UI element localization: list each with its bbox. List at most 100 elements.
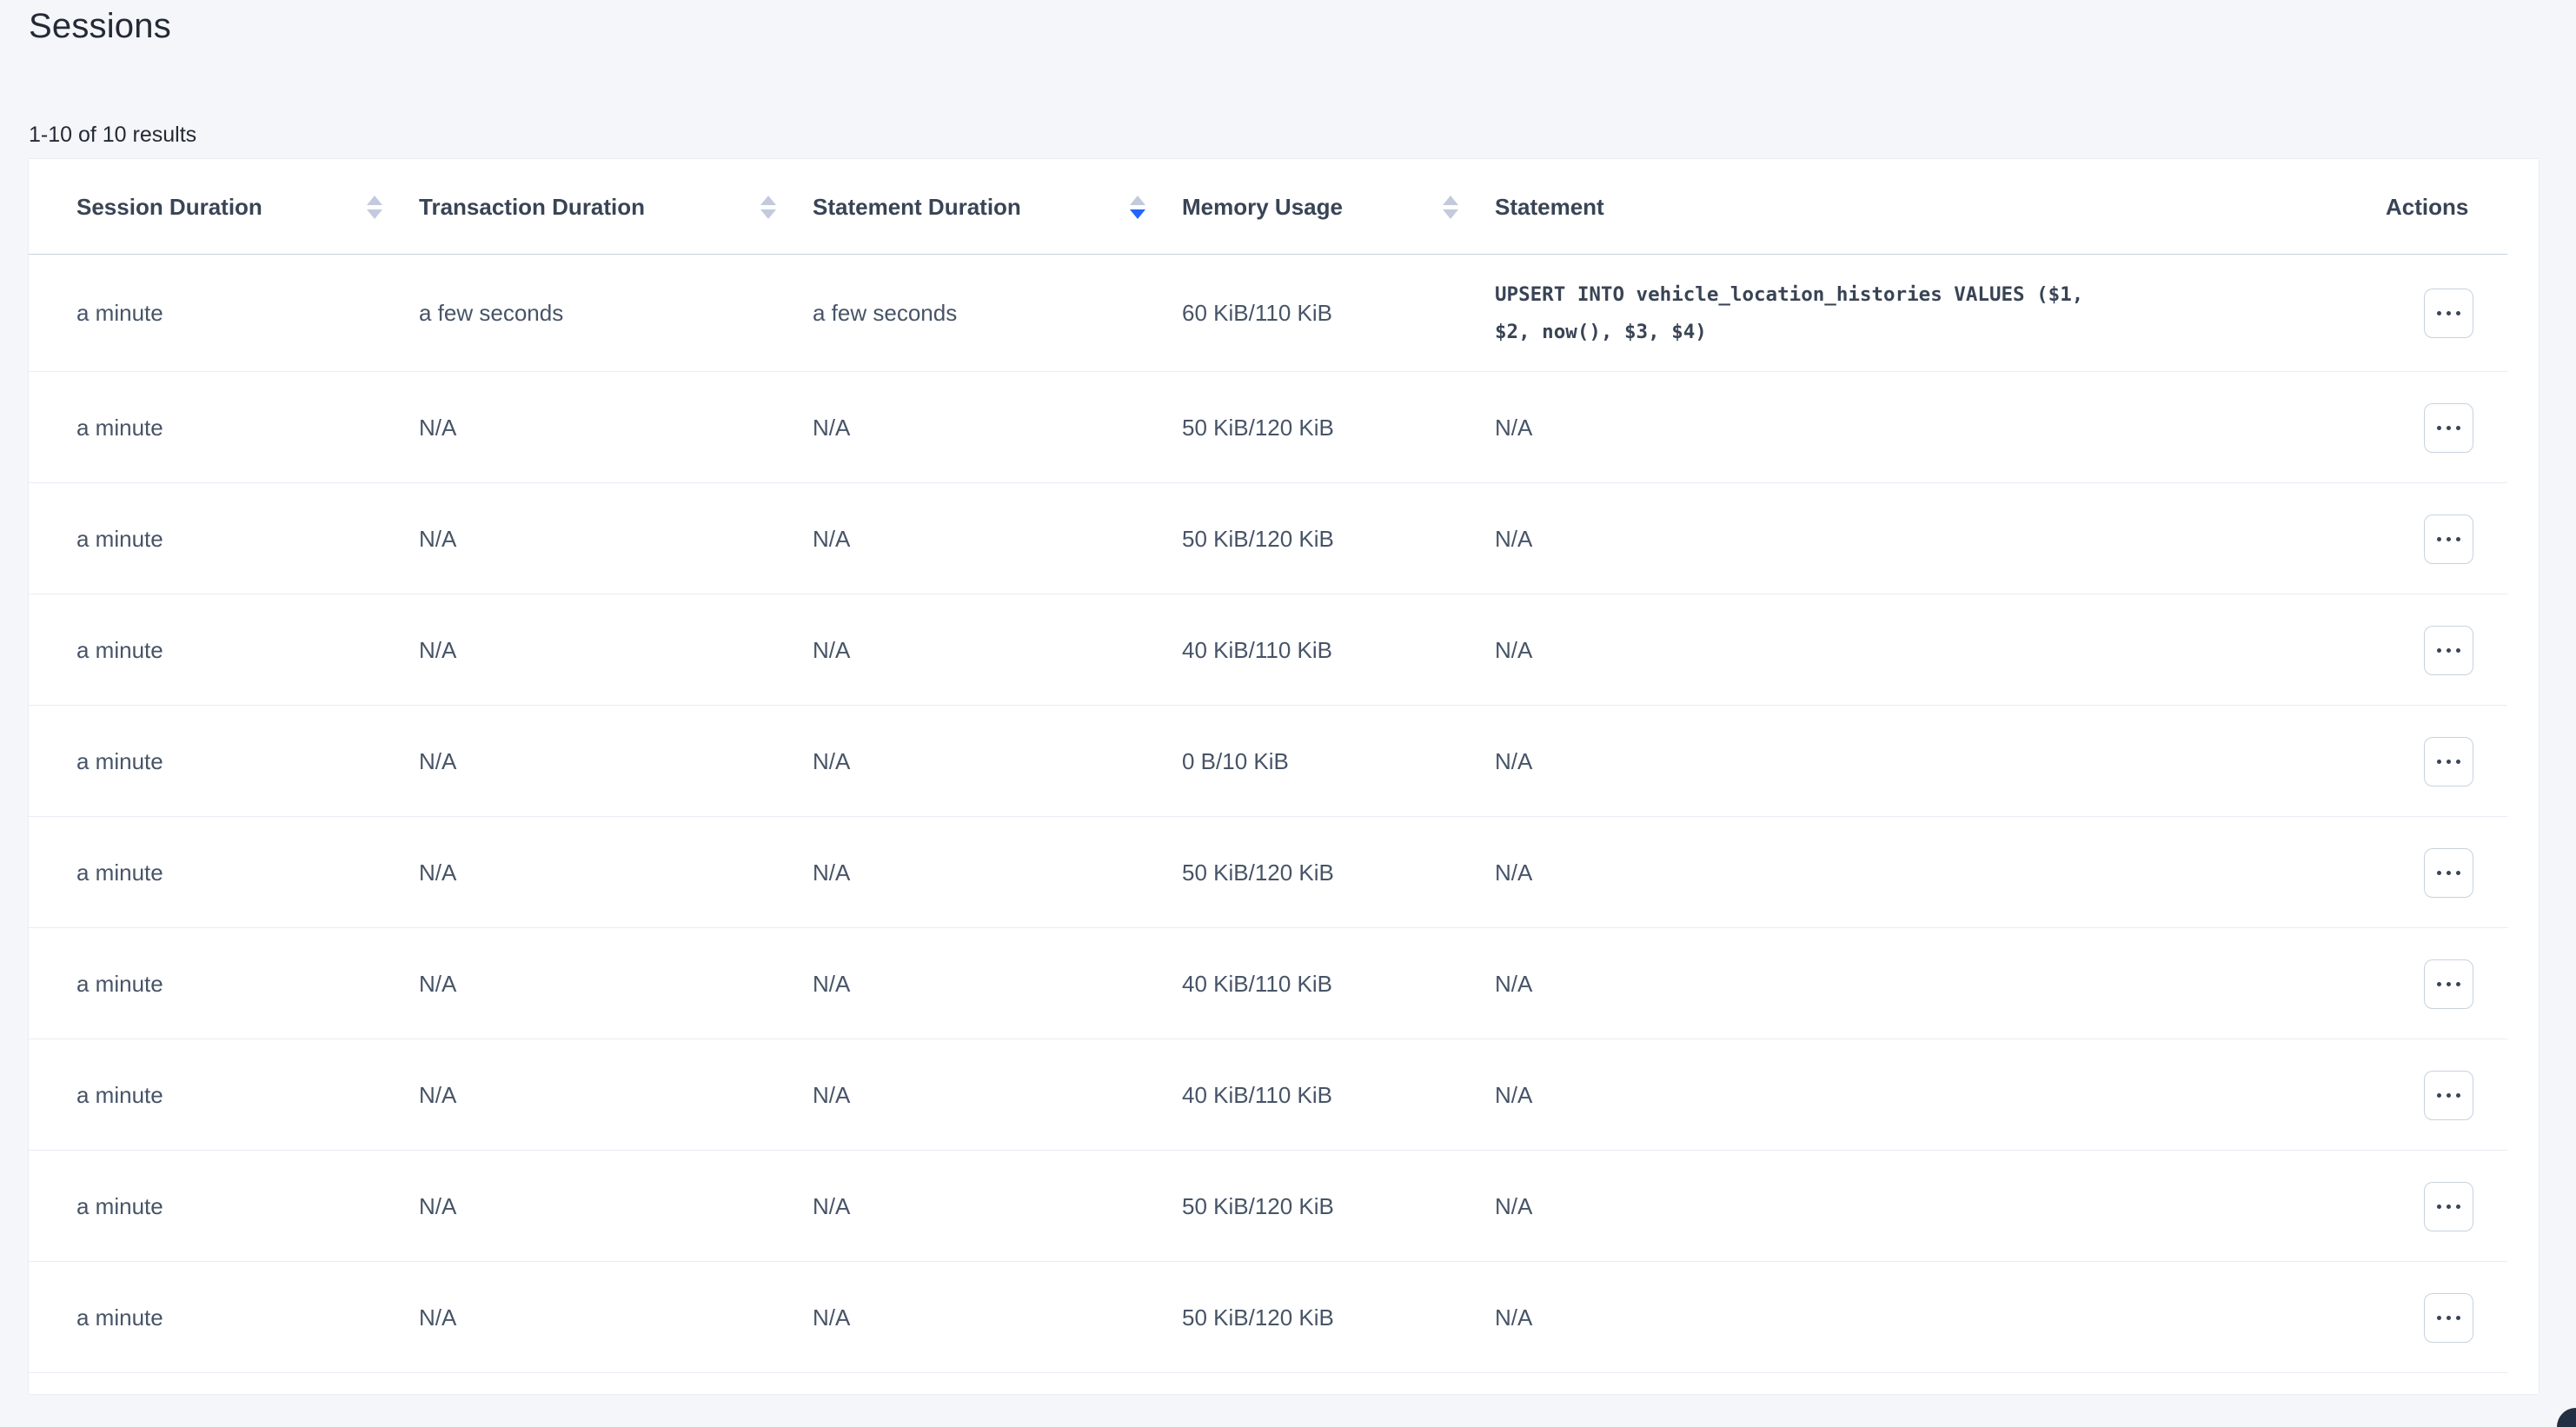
sort-arrows-icon[interactable] [1443,196,1458,219]
cell-text: a minute [76,860,163,886]
column-header-label: Actions [2386,194,2468,221]
row-actions-button[interactable] [2424,959,2473,1009]
row-actions-button[interactable] [2424,626,2473,675]
cell-text: a few seconds [419,300,563,327]
statement-text: N/A [1495,860,1532,886]
sort-arrows-icon[interactable] [1130,196,1145,219]
column-header-transaction-duration[interactable]: Transaction Duration [419,194,813,221]
column-header-label: Statement Duration [813,194,1021,221]
cell-session-duration: a minute [76,1193,419,1220]
row-actions-button[interactable] [2424,514,2473,564]
sort-asc-arrow [367,196,382,205]
ellipsis-icon [2456,1205,2460,1209]
column-header-label: Transaction Duration [419,194,645,221]
cell-text: 50 KiB/120 KiB [1182,526,1334,553]
cell-session-duration: a minute [76,300,419,327]
ellipsis-icon [2447,537,2451,541]
row-actions-button[interactable] [2424,1182,2473,1231]
cell-statement: N/A [1495,415,2357,441]
ellipsis-icon [2447,1093,2451,1098]
cell-session-duration: a minute [76,971,419,998]
cell-statement-duration: N/A [813,1304,1182,1331]
sort-asc-arrow [760,196,776,205]
cell-text: N/A [813,971,850,998]
cell-statement: N/A [1495,1304,2357,1331]
table-row: a minuteN/AN/A0 B/10 KiBN/A [29,706,2539,817]
column-header-memory-usage[interactable]: Memory Usage [1182,194,1495,221]
ellipsis-icon [2437,871,2441,875]
cell-statement-duration: N/A [813,1082,1182,1109]
sort-arrows-icon[interactable] [760,196,776,219]
cell-actions [2357,403,2539,453]
cell-text: N/A [813,637,850,664]
cell-text: 50 KiB/120 KiB [1182,415,1334,441]
cell-session-duration: a minute [76,1304,419,1331]
ellipsis-icon [2456,537,2460,541]
cell-text: N/A [419,1082,456,1109]
cell-text: a few seconds [813,300,957,327]
page-title: Sessions [29,7,171,46]
cell-statement-duration: N/A [813,971,1182,998]
cell-text: N/A [813,1193,850,1220]
cell-session-duration: a minute [76,526,419,553]
cell-text: a minute [76,637,163,664]
row-actions-button[interactable] [2424,289,2473,338]
row-actions-button[interactable] [2424,737,2473,787]
cell-statement: N/A [1495,637,2357,664]
cell-statement: N/A [1495,971,2357,998]
cell-text: N/A [419,637,456,664]
cell-statement: N/A [1495,860,2357,886]
statement-text: UPSERT INTO vehicle_location_histories V… [1495,276,2129,351]
ellipsis-icon [2437,1316,2441,1320]
cell-text: 40 KiB/110 KiB [1182,1082,1332,1109]
ellipsis-icon [2456,311,2460,315]
cell-session-duration: a minute [76,860,419,886]
ellipsis-icon [2456,1316,2460,1320]
cell-text: N/A [419,971,456,998]
cell-actions [2357,959,2539,1009]
cell-text: N/A [813,415,850,441]
sort-desc-arrow [760,209,776,219]
column-header-session-duration[interactable]: Session Duration [76,194,419,221]
cell-statement-duration: N/A [813,1193,1182,1220]
sessions-table-card: Session DurationTransaction Duration Stat… [29,159,2539,1394]
ellipsis-icon [2447,760,2451,764]
cell-memory-usage: 40 KiB/110 KiB [1182,637,1495,664]
cell-session-duration: a minute [76,415,419,441]
ellipsis-icon [2456,1093,2460,1098]
cell-actions [2357,626,2539,675]
cell-statement-duration: a few seconds [813,300,1182,327]
row-actions-button[interactable] [2424,1071,2473,1120]
row-actions-button[interactable] [2424,848,2473,898]
statement-text: N/A [1495,637,1532,664]
table-row: a minuteN/AN/A50 KiB/120 KiBN/A [29,1262,2539,1373]
cell-statement-duration: N/A [813,526,1182,553]
cell-statement: N/A [1495,1082,2357,1109]
cell-text: N/A [813,860,850,886]
cell-text: N/A [813,748,850,775]
sort-arrows-icon[interactable] [367,196,382,219]
column-header-statement: Statement [1495,194,2357,221]
ellipsis-icon [2456,648,2460,653]
table-header-row: Session DurationTransaction Duration Stat… [29,159,2539,255]
cell-actions [2357,289,2539,338]
statement-text: N/A [1495,1304,1532,1331]
ellipsis-icon [2447,1205,2451,1209]
row-actions-button[interactable] [2424,1293,2473,1343]
statement-text: N/A [1495,1082,1532,1109]
table-body: a minutea few secondsa few seconds60 KiB… [29,255,2539,1373]
cell-text: 40 KiB/110 KiB [1182,637,1332,664]
table-row: a minuteN/AN/A50 KiB/120 KiBN/A [29,372,2539,483]
cell-transaction-duration: N/A [419,1193,813,1220]
column-header-statement-duration[interactable]: Statement Duration [813,194,1182,221]
row-actions-button[interactable] [2424,403,2473,453]
cell-text: a minute [76,526,163,553]
cell-transaction-duration: a few seconds [419,300,813,327]
ellipsis-icon [2447,648,2451,653]
cell-transaction-duration: N/A [419,748,813,775]
statement-text: N/A [1495,526,1532,553]
statement-text: N/A [1495,748,1532,775]
cell-session-duration: a minute [76,748,419,775]
cell-transaction-duration: N/A [419,526,813,553]
cell-actions [2357,1071,2539,1120]
